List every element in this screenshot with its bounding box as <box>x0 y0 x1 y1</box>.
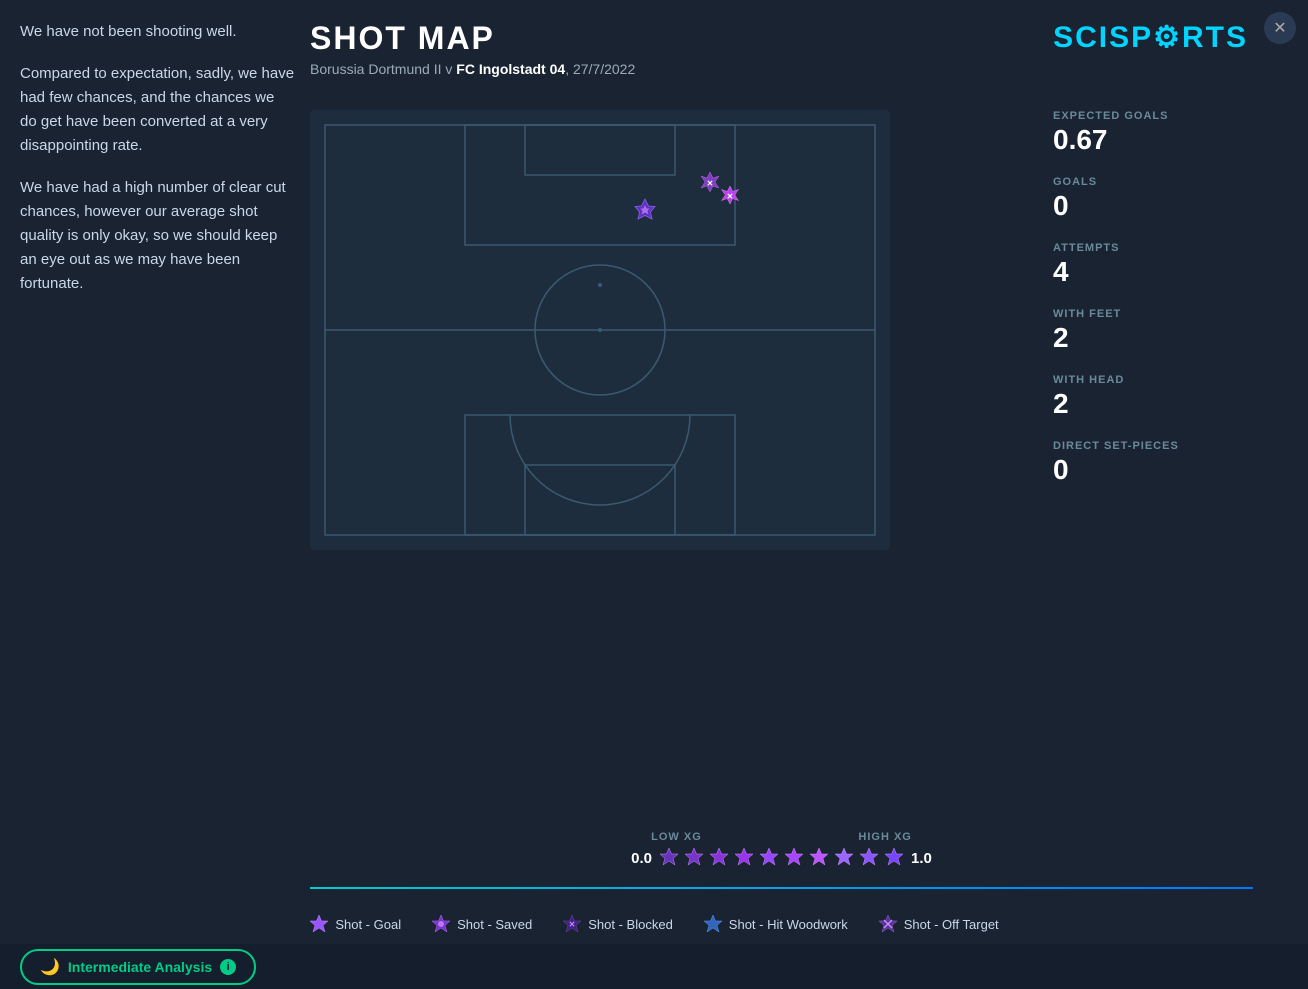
goals-stat: GOALS 0 <box>1053 176 1253 222</box>
analysis-paragraph-3: We have had a high number of clear cut c… <box>20 176 295 296</box>
legend-blocked-label: Shot - Blocked <box>588 917 673 932</box>
moon-icon: 🌙 <box>40 957 60 977</box>
expected-goals-label: EXPECTED GOALS <box>1053 110 1253 122</box>
xg-dots-row <box>658 847 905 869</box>
xg-section: LOW XG HIGH XG 0.0 1.0 <box>310 831 1253 869</box>
xg-dot-9 <box>883 847 905 869</box>
legend-saved-label: Shot - Saved <box>457 917 532 932</box>
saved-icon <box>431 914 451 934</box>
with-head-stat: WITH HEAD 2 <box>1053 374 1253 420</box>
field-svg: ✕ ✕ <box>310 110 890 550</box>
xg-dot-2 <box>708 847 730 869</box>
goals-value: 0 <box>1053 190 1253 222</box>
with-feet-value: 2 <box>1053 322 1253 354</box>
direct-set-pieces-value: 0 <box>1053 454 1253 486</box>
scisports-logo: SCISP⚙RTS <box>1053 20 1248 55</box>
xg-dot-8 <box>858 847 880 869</box>
xg-high-group: HIGH XG <box>858 831 911 843</box>
analysis-panel: We have not been shooting well. Compared… <box>20 20 295 314</box>
xg-dot-0 <box>658 847 680 869</box>
svg-text:✕: ✕ <box>569 920 576 929</box>
xg-dot-5 <box>783 847 805 869</box>
legend-woodwork-label: Shot - Hit Woodwork <box>729 917 848 932</box>
xg-dot-3 <box>733 847 755 869</box>
team2-name: FC Ingolstadt 04 <box>456 61 565 77</box>
intermediate-analysis-label: Intermediate Analysis <box>68 959 212 975</box>
expected-goals-value: 0.67 <box>1053 124 1253 156</box>
with-head-label: WITH HEAD <box>1053 374 1253 386</box>
legend-item-woodwork: Shot - Hit Woodwork <box>703 914 848 934</box>
shot-map-header: SHOT MAP Borussia Dortmund II v FC Ingol… <box>310 20 635 77</box>
attempts-stat: ATTEMPTS 4 <box>1053 242 1253 288</box>
high-xg-label: HIGH XG <box>858 831 911 843</box>
team1-name: Borussia Dortmund II <box>310 61 442 77</box>
legend-item-blocked: ✕ Shot - Blocked <box>562 914 673 934</box>
xg-dot-7 <box>833 847 855 869</box>
direct-set-pieces-stat: DIRECT SET-PIECES 0 <box>1053 440 1253 486</box>
xg-dot-4 <box>758 847 780 869</box>
xg-low-group: LOW XG <box>651 831 702 843</box>
off-target-icon <box>878 914 898 934</box>
analysis-paragraph-2: Compared to expectation, sadly, we have … <box>20 62 295 158</box>
legend-item-goal: Shot - Goal <box>309 914 401 934</box>
svg-text:✕: ✕ <box>727 192 734 201</box>
analysis-paragraph-1: We have not been shooting well. <box>20 20 295 44</box>
shot-map-subtitle: Borussia Dortmund II v FC Ingolstadt 04,… <box>310 61 635 77</box>
section-divider <box>310 887 1253 889</box>
shot-map-title: SHOT MAP <box>310 20 635 57</box>
attempts-label: ATTEMPTS <box>1053 242 1253 254</box>
blocked-icon: ✕ <box>562 914 582 934</box>
legend-row: Shot - Goal Shot - Saved ✕ Shot - Blocke… <box>0 914 1308 934</box>
expected-goals-stat: EXPECTED GOALS 0.67 <box>1053 110 1253 156</box>
low-xg-value: 0.0 <box>631 850 652 867</box>
high-xg-value: 1.0 <box>911 850 932 867</box>
goal-icon <box>309 914 329 934</box>
bottom-bar: 🌙 Intermediate Analysis i <box>0 944 1308 989</box>
logo-text: SCISP⚙RTS <box>1053 21 1248 54</box>
low-xg-label: LOW XG <box>651 831 702 843</box>
xg-dot-1 <box>683 847 705 869</box>
direct-set-pieces-label: DIRECT SET-PIECES <box>1053 440 1253 452</box>
with-head-value: 2 <box>1053 388 1253 420</box>
intermediate-analysis-button[interactable]: 🌙 Intermediate Analysis i <box>20 949 256 985</box>
woodwork-icon <box>703 914 723 934</box>
with-feet-stat: WITH FEET 2 <box>1053 308 1253 354</box>
svg-text:✕: ✕ <box>707 179 714 188</box>
stats-panel: EXPECTED GOALS 0.67 GOALS 0 ATTEMPTS 4 W… <box>1053 110 1253 506</box>
legend-item-saved: Shot - Saved <box>431 914 532 934</box>
xg-dot-6 <box>808 847 830 869</box>
close-button[interactable]: ✕ <box>1264 12 1296 44</box>
with-feet-label: WITH FEET <box>1053 308 1253 320</box>
shot-map-field: ✕ ✕ <box>310 110 890 550</box>
legend-item-off-target: Shot - Off Target <box>878 914 999 934</box>
legend-off-target-label: Shot - Off Target <box>904 917 999 932</box>
attempts-value: 4 <box>1053 256 1253 288</box>
goals-label: GOALS <box>1053 176 1253 188</box>
info-icon: i <box>220 959 236 975</box>
legend-goal-label: Shot - Goal <box>335 917 401 932</box>
